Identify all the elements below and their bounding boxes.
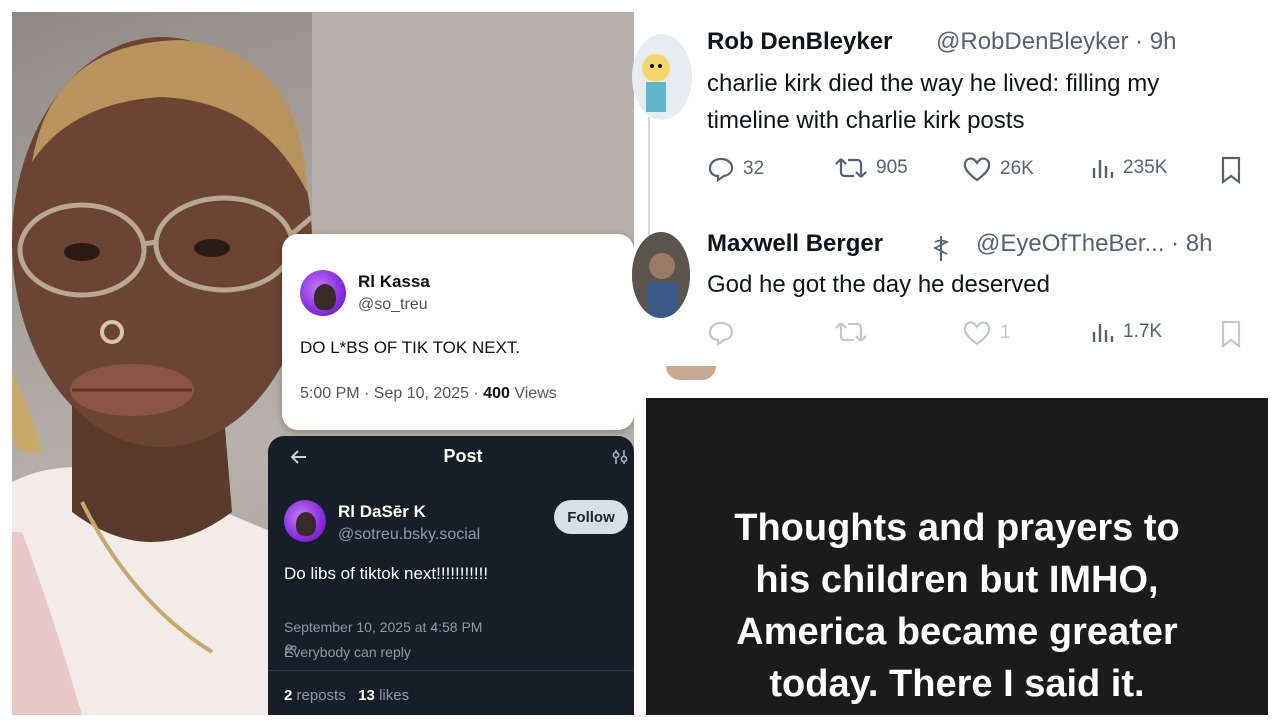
repost-button[interactable]: 905 [834, 156, 908, 180]
repost-icon [834, 320, 868, 344]
like-button[interactable]: 1 [962, 320, 1011, 346]
post-time-date: 5:00 PM · Sep 10, 2025 · [300, 385, 484, 402]
story-text-line-4: today. There I said it. [769, 663, 1145, 705]
heart-icon [962, 156, 992, 182]
reposts-label[interactable]: reposts [292, 687, 346, 704]
post-text: Do libs of tiktok next!!!!!!!!!!! [284, 564, 489, 583]
avatar [666, 366, 716, 380]
repost-count: 905 [876, 157, 908, 178]
bsky-post-card[interactable]: Post Rl DaSēr K @sotreu.bsky.social Foll… [268, 436, 634, 715]
post-stats[interactable]: 2 reposts 13 likes [284, 687, 409, 704]
bookmark-icon [1220, 320, 1242, 348]
reply-setting-label: Everybody can reply [284, 644, 411, 660]
views-button[interactable]: 1.7K [1091, 320, 1162, 344]
avatar[interactable] [300, 270, 346, 316]
tweet-thread: Rob DenBleyker @RobDenBleyker · 9h charl… [632, 12, 1268, 370]
like-count: 1 [1000, 322, 1011, 343]
bookmark-button[interactable] [1220, 156, 1242, 184]
story-text: Thoughts and prayers to his children but… [646, 502, 1268, 710]
bookmark-icon [1220, 156, 1242, 184]
repost-icon [834, 156, 868, 180]
author-name[interactable]: Rob DenBleyker [707, 28, 892, 56]
page-title: Post [443, 446, 483, 466]
tweet-text-line-2: timeline with charlie kirk posts [707, 107, 1025, 134]
bookmark-button[interactable] [1220, 320, 1242, 348]
author-handle-time[interactable]: @RobDenBleyker · 9h [936, 28, 1176, 56]
avatar[interactable] [632, 232, 690, 318]
author-name[interactable]: Rl DaSēr K [338, 502, 426, 522]
views-button[interactable]: 235K [1091, 156, 1167, 180]
tweet-card-white[interactable]: Rl Kassa @so_treu DO L*BS OF TIK TOK NEX… [282, 234, 634, 430]
post-date: September 10, 2025 at 4:58 PM [284, 619, 483, 635]
thread-line [648, 117, 650, 235]
reply-icon [707, 156, 735, 182]
likes-count[interactable]: 13 [358, 687, 375, 704]
collage: Rl Kassa @so_treu DO L*BS OF TIK TOK NEX… [0, 0, 1280, 725]
reply-count: 32 [743, 158, 765, 179]
analytics-icon [1091, 320, 1115, 344]
story-text-line-3: America became greater [736, 611, 1178, 653]
person-photo: Rl Kassa @so_treu DO L*BS OF TIK TOK NEX… [12, 12, 634, 715]
tweet-text-line-1: charlie kirk died the way he lived: fill… [707, 70, 1160, 97]
story-text-line-1: Thoughts and prayers to [734, 507, 1180, 549]
story-text-line-2: his children but IMHO, [755, 559, 1159, 601]
reply-button[interactable] [707, 320, 743, 346]
post-text: DO L*BS OF TIK TOK NEXT. [300, 338, 521, 357]
like-count: 26K [1000, 158, 1034, 179]
heart-icon [962, 320, 992, 346]
author-handle[interactable]: @so_treu [358, 296, 428, 314]
story-header-strip [646, 366, 1268, 398]
reply-icon [707, 320, 735, 346]
author-handle-time[interactable]: @EyeOfTheBer... · 8h [976, 230, 1212, 258]
post-meta: 5:00 PM · Sep 10, 2025 · 400 Views [300, 385, 557, 403]
repost-button[interactable] [834, 320, 876, 344]
analytics-icon [1091, 156, 1115, 180]
likes-label[interactable]: likes [375, 687, 409, 704]
author-name[interactable]: Rl Kassa [358, 272, 430, 292]
like-button[interactable]: 26K [962, 156, 1034, 182]
divider [268, 670, 634, 671]
views-count: 400 [483, 385, 510, 402]
tweet-text: God he got the day he deserved [707, 271, 1050, 298]
follow-button[interactable]: Follow [554, 500, 628, 534]
avatar[interactable] [632, 34, 692, 120]
views-count: 235K [1123, 157, 1168, 178]
author-name[interactable]: Maxwell Berger [707, 230, 883, 258]
caduceus-icon [931, 234, 951, 267]
views-label: Views [509, 385, 557, 402]
story-screenshot: Thoughts and prayers to his children but… [646, 366, 1268, 715]
reply-setting: Everybody can reply [284, 644, 411, 660]
views-count: 1.7K [1123, 321, 1163, 342]
author-handle[interactable]: @sotreu.bsky.social [338, 526, 480, 544]
reply-button[interactable]: 32 [707, 156, 764, 182]
avatar[interactable] [284, 500, 326, 542]
